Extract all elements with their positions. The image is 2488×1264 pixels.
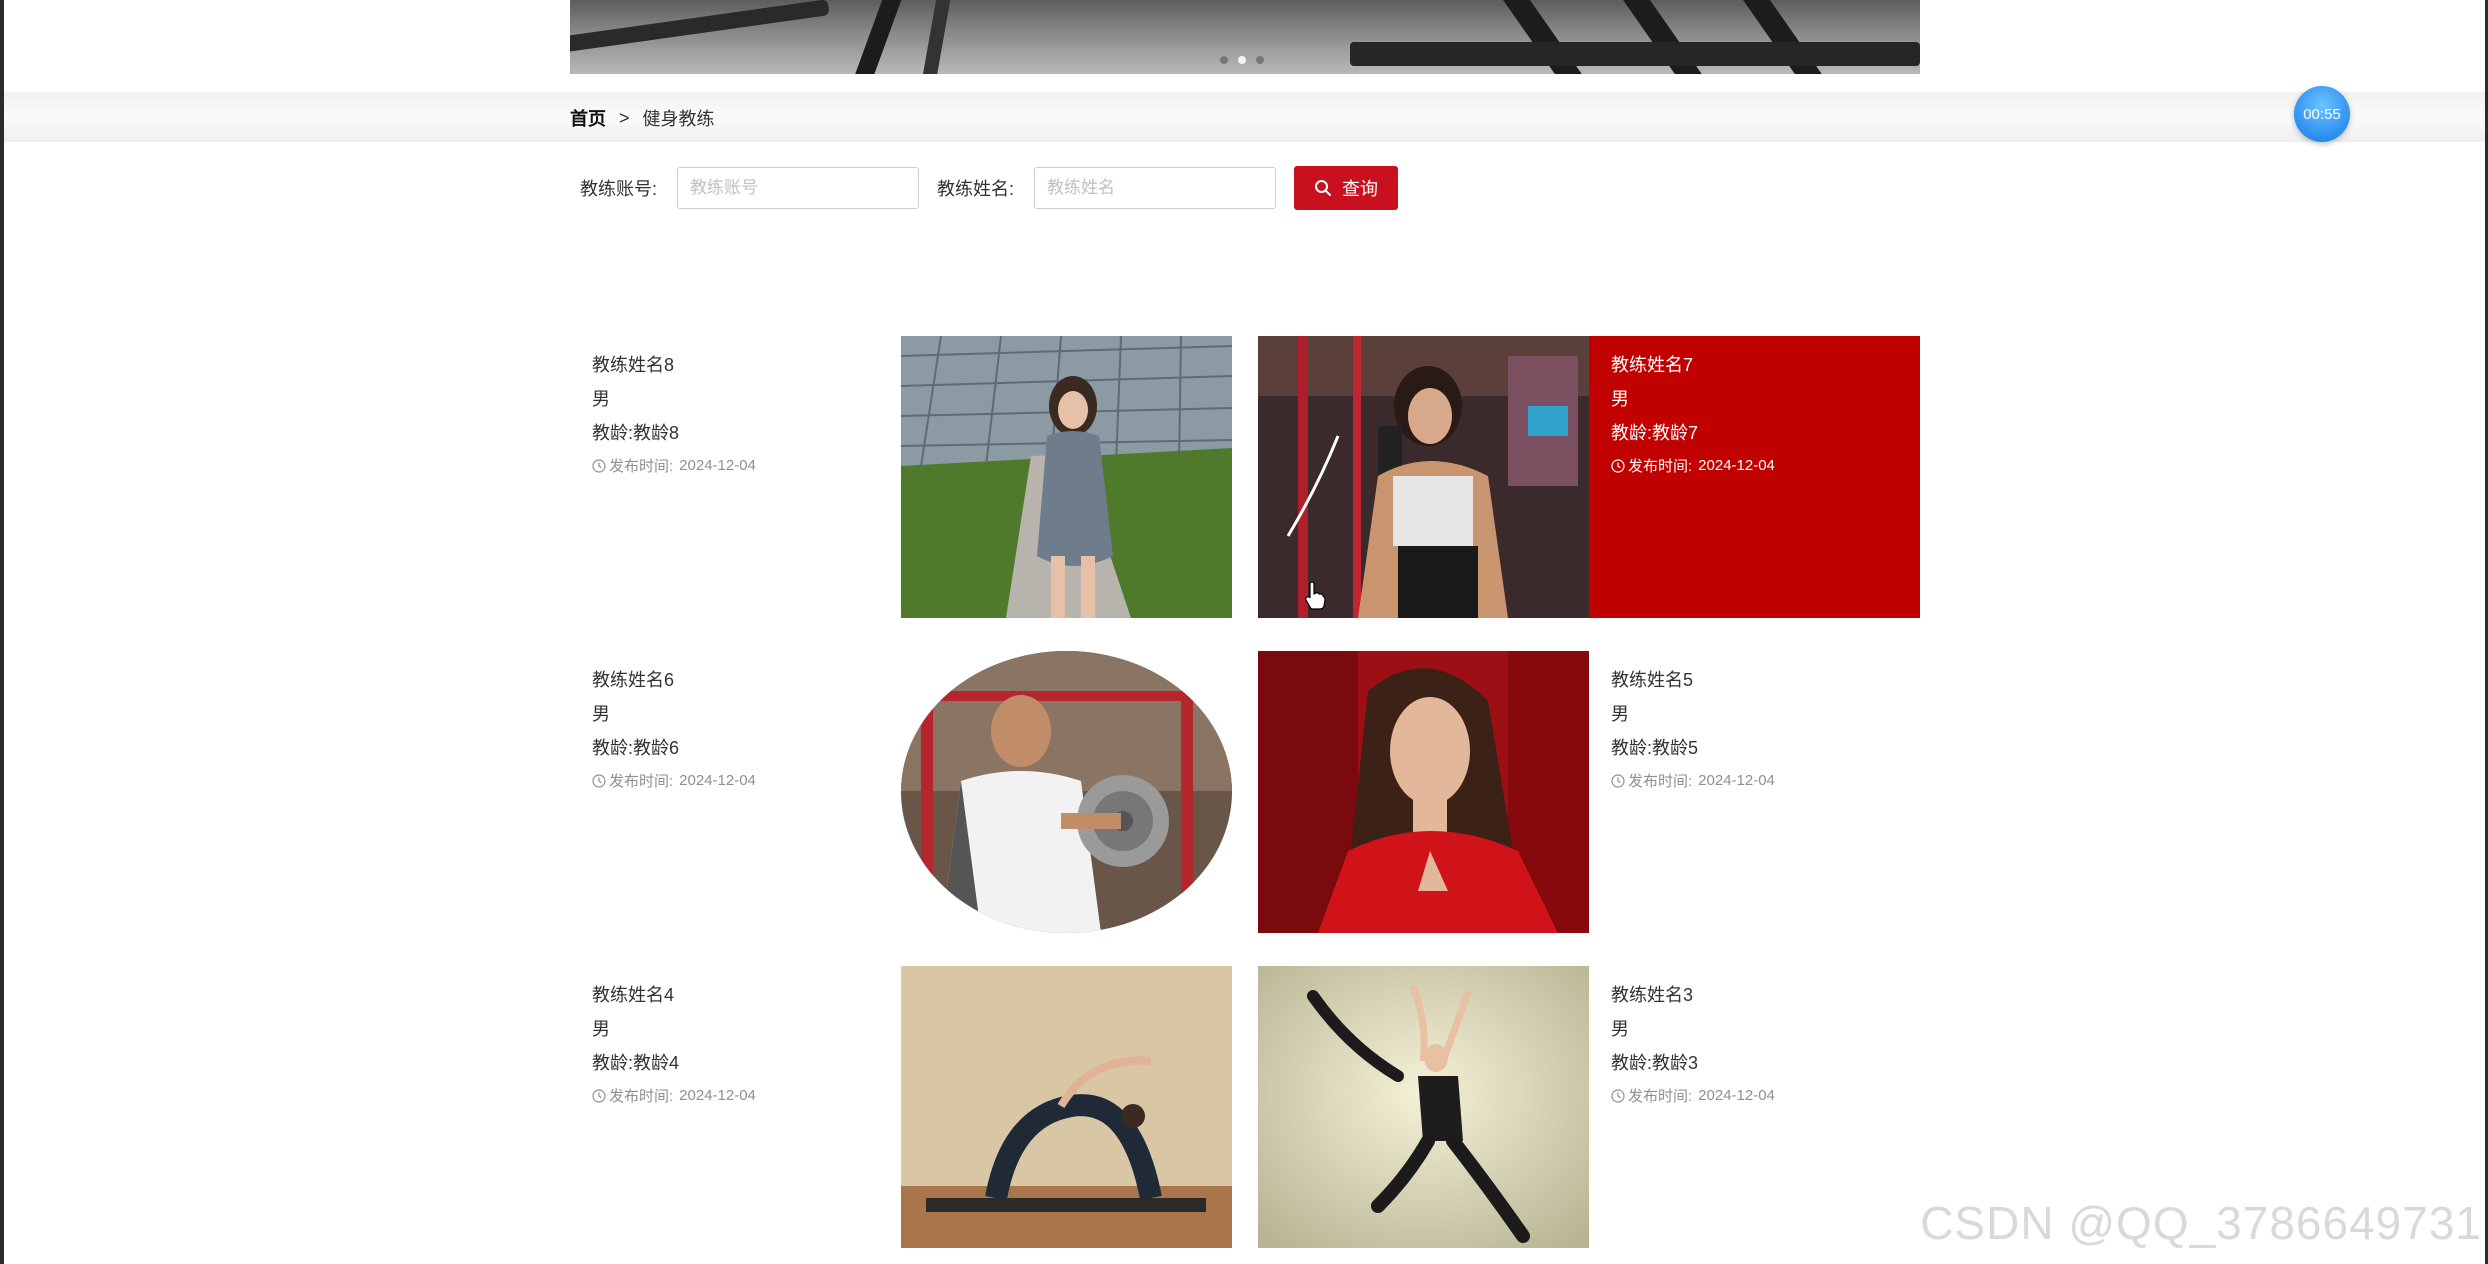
- coach-photo[interactable]: [901, 966, 1232, 1248]
- coach-card[interactable]: 教练姓名7 男 教龄:教龄7 发布时间: 2024-12-04: [1258, 336, 1920, 618]
- account-input[interactable]: [677, 167, 920, 209]
- clock-icon: [592, 1088, 606, 1103]
- account-label: 教练账号:: [580, 179, 658, 199]
- coach-photo[interactable]: [901, 336, 1232, 618]
- coach-photo[interactable]: [901, 651, 1232, 933]
- coach-gender: 男: [592, 1019, 610, 1039]
- clock-icon: [592, 458, 606, 473]
- publish-date: 2024-12-04: [679, 1087, 756, 1104]
- breadcrumb-current: 健身教练: [642, 109, 715, 129]
- coach-card[interactable]: 教练姓名4 男 教龄:教龄4 发布时间: 2024-12-04: [570, 966, 1232, 1248]
- hand-cursor-icon: [1305, 582, 1326, 610]
- timer-badge[interactable]: 00:55: [2294, 86, 2350, 142]
- coach-info: 教练姓名5 男 教龄:教龄5 发布时间: 2024-12-04: [1589, 651, 1920, 933]
- publish-label: 发布时间:: [1628, 458, 1693, 475]
- search-button[interactable]: 查询: [1294, 166, 1399, 210]
- coach-experience: 教龄:教龄6: [592, 738, 680, 758]
- coach-photo[interactable]: [1258, 966, 1589, 1248]
- publish-time: 发布时间: 2024-12-04: [592, 455, 901, 476]
- publish-date: 2024-12-04: [679, 772, 756, 789]
- coach-gender: 男: [1611, 704, 1629, 724]
- coach-gender: 男: [592, 389, 610, 409]
- left-edge: [0, 0, 4, 1264]
- coach-photo[interactable]: [1258, 336, 1589, 618]
- publish-label: 发布时间:: [1628, 1088, 1693, 1105]
- coach-gender: 男: [592, 704, 610, 724]
- coach-photo[interactable]: [1258, 651, 1589, 933]
- publish-time: 发布时间: 2024-12-04: [1611, 455, 1920, 476]
- watermark: CSDN @QQ_3786649731: [1920, 1197, 2482, 1249]
- coach-gender: 男: [1611, 1019, 1629, 1039]
- coach-info: 教练姓名3 男 教龄:教龄3 发布时间: 2024-12-04: [1589, 966, 1920, 1248]
- publish-time: 发布时间: 2024-12-04: [1611, 1085, 1920, 1106]
- coach-experience: 教龄:教龄8: [592, 423, 680, 443]
- coach-card[interactable]: 教练姓名8 男 教龄:教龄8 发布时间: 2024-12-04: [570, 336, 1232, 618]
- publish-date: 2024-12-04: [1698, 772, 1775, 789]
- coach-experience: 教龄:教龄3: [1611, 1053, 1699, 1073]
- breadcrumb-separator: >: [619, 107, 630, 128]
- publish-date: 2024-12-04: [679, 457, 756, 474]
- publish-time: 发布时间: 2024-12-04: [1611, 770, 1920, 791]
- coach-name: 教练姓名7: [1611, 355, 1694, 375]
- coach-name: 教练姓名6: [592, 670, 675, 690]
- clock-icon: [1611, 458, 1625, 473]
- breadcrumb-bar: [4, 92, 2485, 142]
- coach-experience: 教龄:教龄5: [1611, 738, 1699, 758]
- coach-info: 教练姓名7 男 教龄:教龄7 发布时间: 2024-12-04: [1589, 336, 1920, 618]
- coach-experience: 教龄:教龄7: [1611, 423, 1699, 443]
- publish-label: 发布时间:: [609, 1088, 674, 1105]
- breadcrumb-home-link[interactable]: 首页: [570, 105, 606, 131]
- publish-label: 发布时间:: [609, 458, 674, 475]
- publish-time: 发布时间: 2024-12-04: [592, 1085, 901, 1106]
- carousel-dot-2[interactable]: [1238, 56, 1246, 64]
- publish-date: 2024-12-04: [1698, 457, 1775, 474]
- coach-name: 教练姓名3: [1611, 985, 1694, 1005]
- publish-label: 发布时间:: [609, 773, 674, 790]
- name-label: 教练姓名:: [937, 179, 1015, 199]
- coach-gender: 男: [1611, 389, 1629, 409]
- coach-name: 教练姓名5: [1611, 670, 1694, 690]
- carousel-indicators: [1220, 56, 1264, 64]
- publish-time: 发布时间: 2024-12-04: [592, 770, 901, 791]
- search-icon: [1315, 180, 1332, 196]
- clock-icon: [592, 773, 606, 788]
- clock-icon: [1611, 773, 1625, 788]
- publish-date: 2024-12-04: [1698, 1087, 1775, 1104]
- breadcrumb: 首页 > 健身教练: [570, 105, 715, 131]
- clock-icon: [1611, 1088, 1625, 1103]
- banner-carousel[interactable]: [570, 0, 1920, 74]
- coach-card[interactable]: 教练姓名3 男 教龄:教龄3 发布时间: 2024-12-04: [1258, 966, 1920, 1248]
- coach-name: 教练姓名4: [592, 985, 675, 1005]
- coach-card[interactable]: 教练姓名5 男 教龄:教龄5 发布时间: 2024-12-04: [1258, 651, 1920, 933]
- search-form: 教练账号: 教练姓名: 查询: [580, 166, 1399, 210]
- name-input[interactable]: [1034, 167, 1277, 209]
- carousel-dot-3[interactable]: [1256, 56, 1264, 64]
- search-button-label: 查询: [1342, 179, 1379, 199]
- coach-info: 教练姓名8 男 教龄:教龄8 发布时间: 2024-12-04: [570, 336, 901, 618]
- publish-label: 发布时间:: [1628, 773, 1693, 790]
- coach-info: 教练姓名4 男 教龄:教龄4 发布时间: 2024-12-04: [570, 966, 901, 1248]
- carousel-dot-1[interactable]: [1220, 56, 1228, 64]
- coach-info: 教练姓名6 男 教龄:教龄6 发布时间: 2024-12-04: [570, 651, 901, 933]
- coach-experience: 教龄:教龄4: [592, 1053, 680, 1073]
- coach-name: 教练姓名8: [592, 355, 675, 375]
- coach-card[interactable]: 教练姓名6 男 教龄:教龄6 发布时间: 2024-12-04: [570, 651, 1232, 933]
